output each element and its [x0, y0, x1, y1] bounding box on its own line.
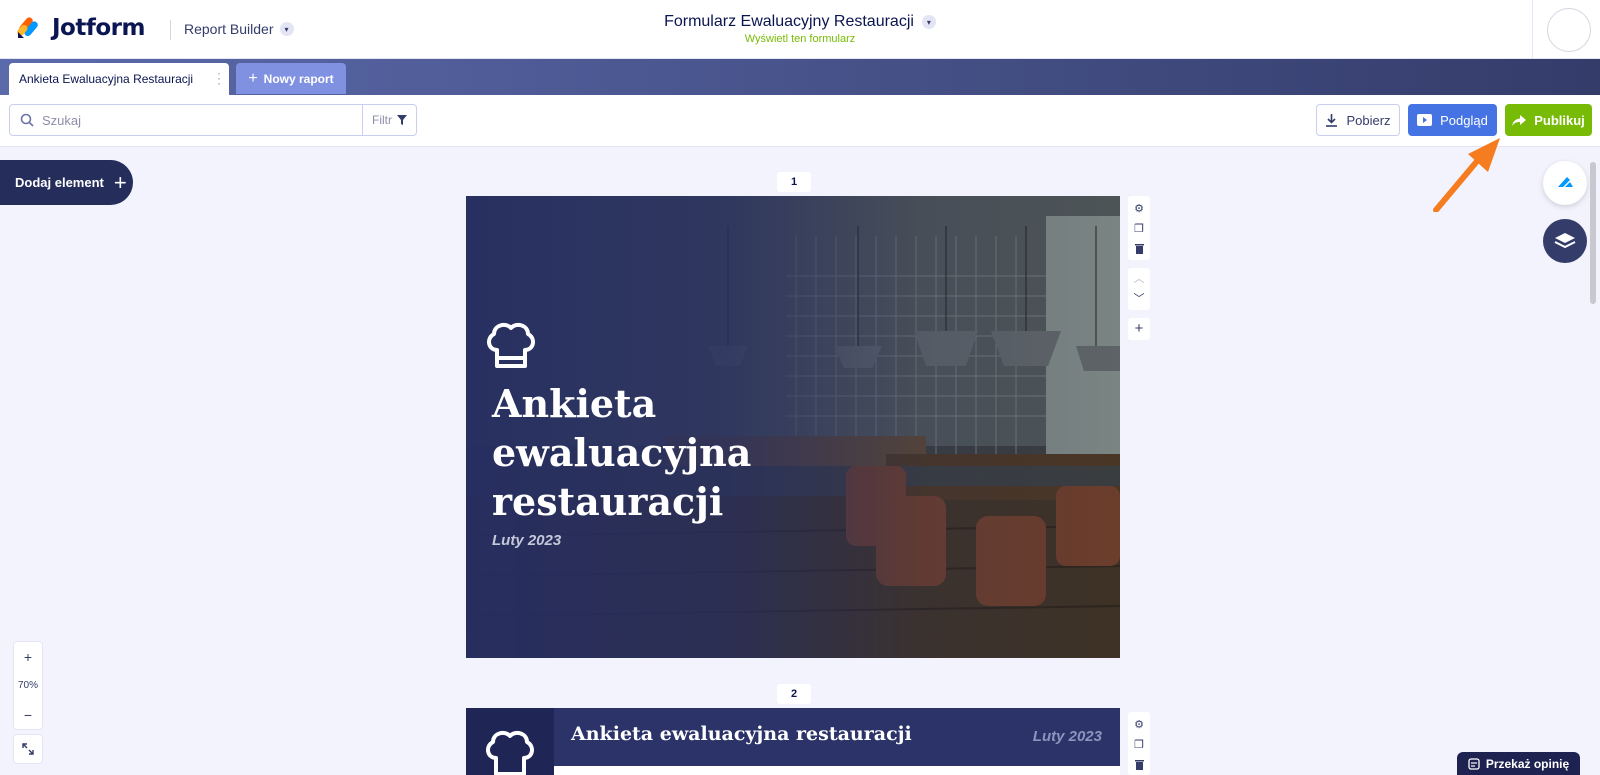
page1-title: Ankieta ewaluacyjna restauracji — [492, 379, 852, 526]
download-label: Pobierz — [1346, 112, 1391, 128]
page1-title-line: ewaluacyjna — [492, 430, 752, 475]
zoom-controls: + 70% − — [13, 641, 43, 730]
chef-hat-icon — [486, 730, 534, 775]
view-form-link[interactable]: Wyświetl ten formularz — [745, 33, 856, 45]
feedback-label: Przekaż opinię — [1485, 756, 1570, 771]
trash-icon[interactable] — [1128, 238, 1150, 258]
tab-label: Ankieta Ewaluacyjna Restauracji — [19, 72, 194, 86]
scrollbar-thumb[interactable] — [1590, 162, 1596, 304]
plus-icon: + — [248, 69, 258, 87]
page1-tools: ⚙ ❐ — [1128, 196, 1150, 260]
page1-date: Luty 2023 — [492, 532, 562, 549]
page1-add-tools: + — [1128, 318, 1150, 340]
annotation-arrow-icon — [1433, 138, 1500, 212]
share-arrow-icon — [1512, 114, 1527, 126]
preview-label: Podgląd — [1440, 112, 1488, 128]
chef-hat-icon — [487, 322, 535, 368]
fullscreen-button[interactable] — [13, 734, 43, 764]
brand-kit-button[interactable] — [1543, 161, 1587, 205]
layers-icon — [1554, 233, 1576, 249]
page2-date: Luty 2023 — [1032, 728, 1102, 745]
copy-icon[interactable]: ❐ — [1128, 218, 1150, 238]
plus-icon[interactable]: + — [1128, 318, 1150, 338]
top-header: Jotform Report Builder ▾ Formularz Ewalu… — [0, 0, 1600, 59]
page-number: 2 — [777, 684, 811, 704]
add-element-button[interactable]: Dodaj element + — [0, 160, 133, 205]
layers-button[interactable] — [1543, 219, 1587, 263]
toolbar: Szukaj Filtr Pobierz Podgląd Publikuj — [0, 95, 1600, 147]
play-icon — [1417, 114, 1433, 126]
page2-tools: ⚙ ❐ — [1128, 712, 1150, 775]
tab-report-active[interactable]: Ankieta Ewaluacyjna Restauracji · · · — [9, 63, 229, 95]
chevron-down-icon: ▾ — [921, 15, 936, 29]
search-placeholder: Szukaj — [42, 112, 82, 128]
search-icon — [20, 113, 34, 127]
publish-button[interactable]: Publikuj — [1505, 104, 1592, 136]
view-form-link-wrap: Wyświetl ten formularz — [0, 33, 1600, 45]
expand-icon — [22, 743, 34, 755]
page1-title-line: restauracji — [492, 479, 724, 524]
gear-icon[interactable]: ⚙ — [1128, 198, 1150, 218]
trash-icon[interactable] — [1128, 754, 1150, 774]
kebab-menu-icon[interactable]: · · · — [217, 67, 221, 89]
filter-button[interactable]: Filtr — [362, 104, 417, 136]
download-button[interactable]: Pobierz — [1316, 104, 1400, 136]
page2-content-area — [554, 766, 1120, 775]
copy-icon[interactable]: ❐ — [1128, 734, 1150, 754]
report-page-1[interactable]: Ankieta ewaluacyjna restauracji Luty 202… — [466, 196, 1120, 658]
zoom-level: 70% — [17, 680, 38, 691]
plus-icon: + — [113, 169, 127, 195]
filter-icon — [397, 115, 407, 125]
gear-icon[interactable]: ⚙ — [1128, 714, 1150, 734]
feedback-button[interactable]: Przekaż opinię — [1457, 752, 1580, 775]
page1-move-tools: ︿ ﹀ — [1128, 268, 1150, 310]
page2-title: Ankieta ewaluacyjna restauracji — [571, 723, 912, 745]
account-area — [1532, 0, 1600, 59]
report-tabs: Ankieta Ewaluacyjna Restauracji · · · + No… — [0, 59, 1600, 95]
avatar[interactable] — [1547, 8, 1591, 52]
publish-label: Publikuj — [1534, 112, 1585, 128]
page1-title-line: Ankieta — [492, 381, 657, 426]
new-report-tab[interactable]: + Nowy raport — [236, 63, 346, 94]
search-input[interactable]: Szukaj — [9, 104, 363, 136]
zoom-in-button[interactable]: + — [14, 642, 42, 671]
page-number: 1 — [777, 172, 811, 192]
form-title: Formularz Ewaluacyjny Restauracji — [664, 13, 914, 30]
brand-icon — [1558, 177, 1573, 187]
zoom-out-button[interactable]: − — [14, 700, 42, 729]
chevron-down-icon[interactable]: ﹀ — [1128, 288, 1150, 308]
form-title-wrap: Formularz Ewaluacyjny Restauracji ▾ — [0, 13, 1600, 31]
chevron-up-icon[interactable]: ︿ — [1128, 268, 1150, 288]
feedback-icon — [1468, 757, 1480, 770]
form-title-dropdown[interactable]: Formularz Ewaluacyjny Restauracji ▾ — [664, 13, 936, 31]
filter-label: Filtr — [372, 113, 392, 127]
new-report-label: Nowy raport — [263, 71, 334, 86]
add-element-label: Dodaj element — [15, 175, 104, 190]
download-icon — [1326, 114, 1338, 127]
report-page-2[interactable]: Ankieta ewaluacyjna restauracji Luty 202… — [466, 708, 1120, 775]
